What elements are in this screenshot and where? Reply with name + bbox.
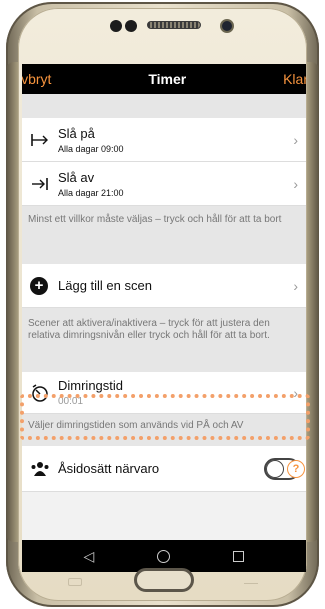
dimming-time-row[interactable]: Dimringstid 00:01 › — [22, 372, 306, 414]
arrow-to-bar-icon — [30, 132, 58, 148]
row-turn-on[interactable]: Slå på Alla dagar 09:00 › — [22, 118, 306, 162]
chevron-right-icon: › — [293, 131, 298, 148]
recents-square-icon[interactable] — [233, 550, 245, 562]
section-gap — [22, 94, 306, 118]
arrow-right-bar-icon — [30, 176, 58, 192]
add-scene-label: Lägg till en scen — [58, 278, 152, 293]
row-turn-on-schedule: Alla dagar 09:00 — [58, 143, 124, 154]
phone-edge-right — [305, 62, 319, 542]
back-triangle-icon[interactable]: ◁ — [84, 548, 95, 565]
help-icon[interactable]: ? — [287, 459, 305, 478]
done-button[interactable]: Klar — [283, 71, 306, 87]
page-title: Timer — [148, 71, 187, 87]
scene-note: Scener att aktivera/inaktivera – tryck f… — [22, 308, 306, 372]
front-camera — [110, 19, 142, 32]
row-turn-off-schedule: Alla dagar 21:00 — [58, 187, 124, 198]
navbar: Avbryt Timer Klar — [22, 64, 306, 94]
add-scene-row[interactable]: + Lägg till en scen › — [22, 264, 306, 308]
condition-note: Minst ett villkor måste väljas – tryck o… — [22, 206, 306, 264]
home-circle-icon[interactable] — [157, 549, 171, 563]
row-turn-off[interactable]: Slå av Alla dagar 21:00 › — [22, 162, 306, 206]
row-turn-off-title: Slå av — [58, 169, 95, 185]
stopwatch-icon — [30, 383, 58, 403]
screen: Avbryt Timer Klar Slå på Alla dagar 09:0… — [22, 64, 306, 572]
chevron-right-icon: › — [293, 384, 298, 401]
back-key[interactable] — [244, 578, 258, 584]
dimming-time-title: Dimringstid — [58, 378, 124, 393]
chevron-right-icon: › — [293, 175, 298, 192]
recent-apps-key[interactable] — [68, 578, 82, 586]
row-turn-on-title: Slå på — [58, 125, 95, 141]
people-icon — [30, 461, 58, 477]
override-presence-row: Åsidosätt närvaro ? — [22, 446, 306, 492]
earpiece-speaker — [147, 21, 201, 29]
dimming-note: Väljer dimringstiden som används vid PÅ … — [22, 414, 306, 446]
dimming-time-value: 00:01 — [58, 396, 84, 407]
chevron-right-icon: › — [293, 277, 298, 294]
override-presence-label: Åsidosätt närvaro — [58, 461, 160, 476]
home-button[interactable] — [134, 568, 194, 592]
cancel-button[interactable]: Avbryt — [22, 71, 51, 87]
proximity-sensor — [220, 19, 234, 33]
plus-circle-icon: + — [30, 276, 58, 295]
